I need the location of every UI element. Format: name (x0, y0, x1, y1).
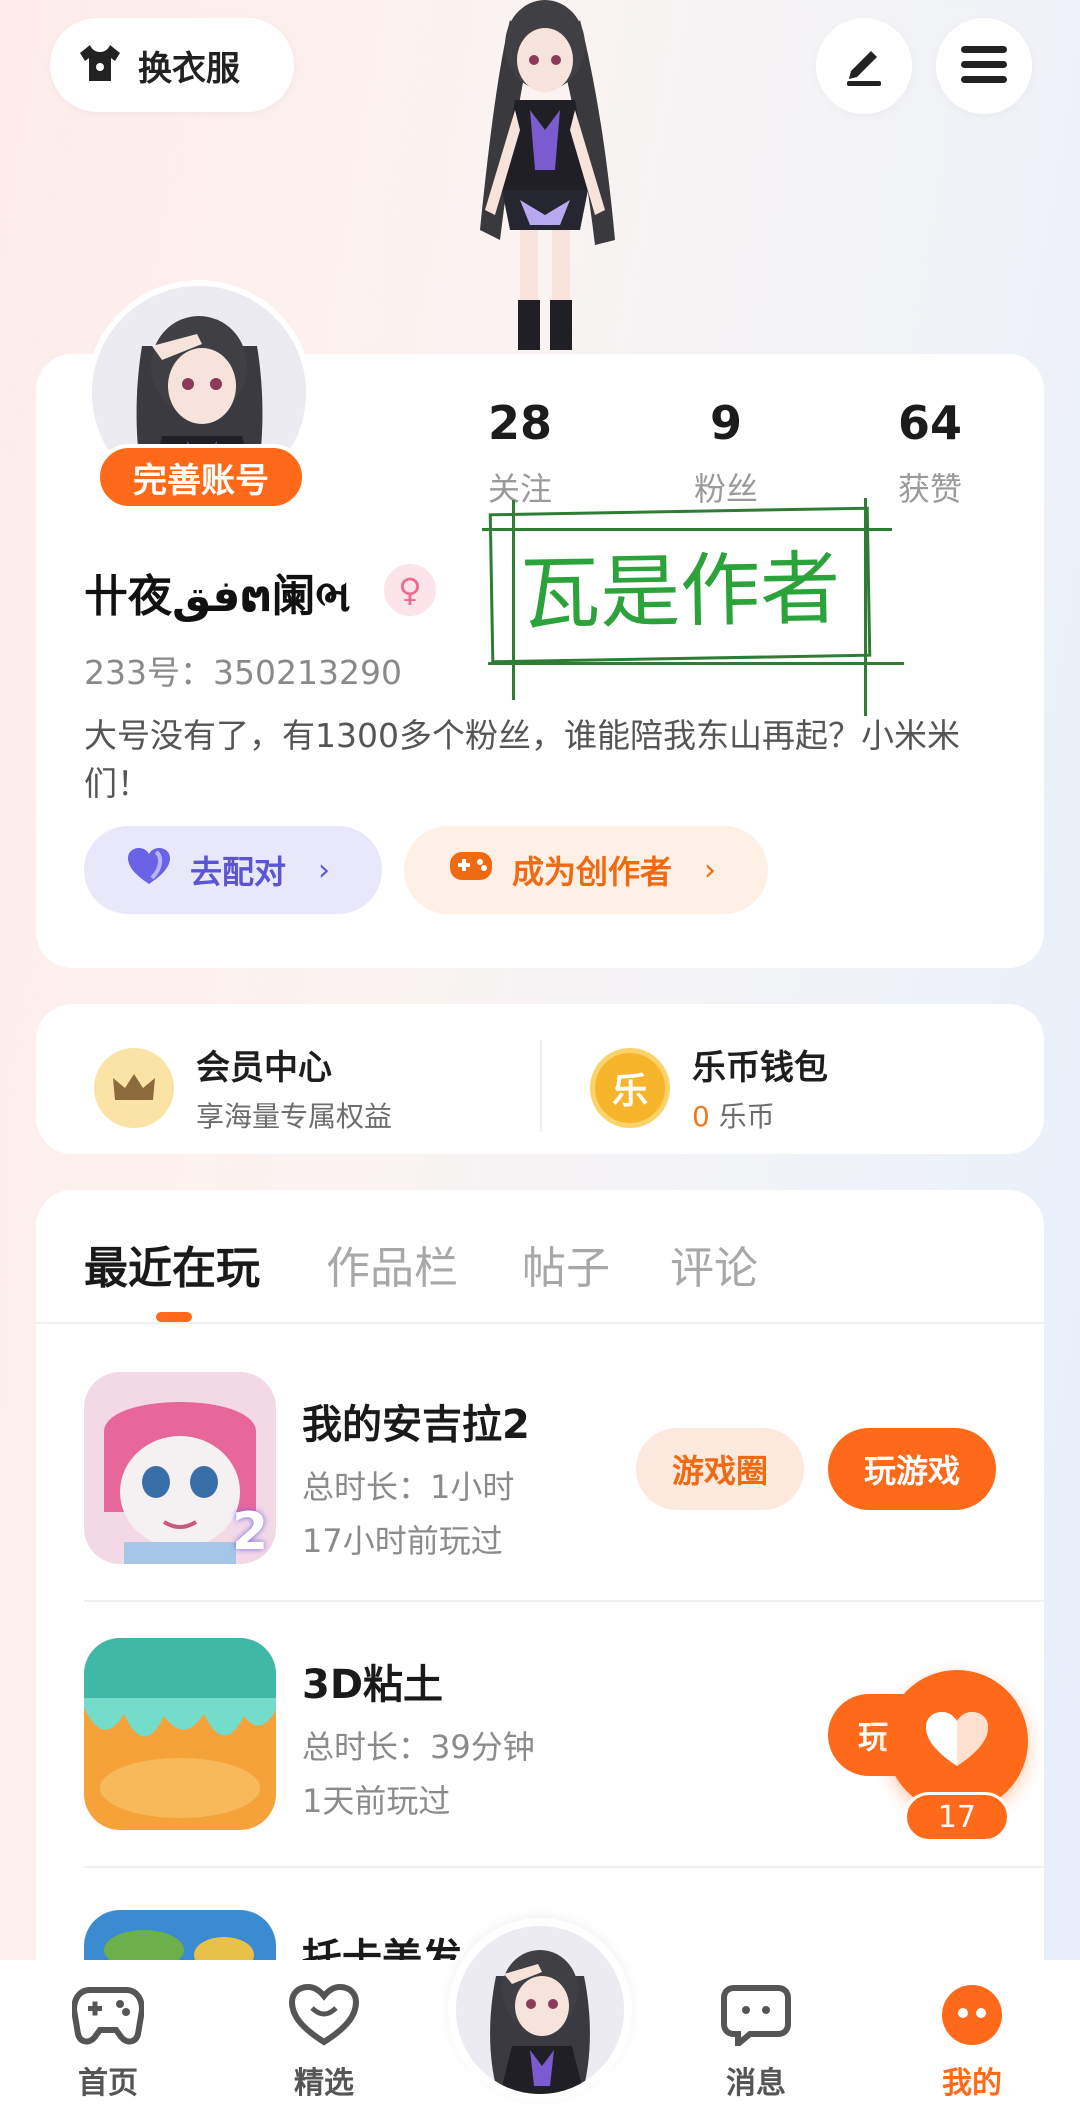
user-id: 233号：350213290 (84, 653, 402, 692)
nav-mine[interactable]: 我的 (912, 1984, 1032, 2102)
coin-unit: 乐币 (709, 1100, 775, 1133)
menu-button[interactable] (936, 18, 1032, 114)
like-count-badge: 17 (904, 1792, 1010, 1842)
game-last-played: 1天前玩过 (302, 1782, 451, 1820)
likes-label: 获赞 (897, 470, 962, 508)
coin-wallet-title: 乐币钱包 (692, 1048, 828, 1088)
crown-icon (94, 1047, 174, 1128)
tab-works[interactable]: 作品栏 (326, 1232, 458, 1296)
coin-balance: 0 乐币 (692, 1095, 828, 1135)
tab-posts[interactable]: 帖子 (522, 1232, 610, 1296)
message-icon (721, 1985, 791, 2051)
avatar-3d-figure[interactable] (420, 0, 670, 360)
nav-home-label: 首页 (78, 2066, 138, 2101)
nav-avatar-button[interactable] (448, 1918, 632, 2102)
heart-outline-icon (288, 1983, 360, 2046)
fans-stat[interactable]: 9 粉丝 (646, 396, 806, 510)
female-icon: ♀ (384, 564, 436, 616)
fans-count: 9 (709, 396, 742, 450)
chevron-right-icon: › (318, 852, 331, 888)
heart-icon (924, 1710, 990, 1772)
edit-profile-button[interactable] (816, 18, 912, 114)
change-outfit-label: 换衣服 (138, 48, 240, 89)
bio: 大号没有了，有1300多个粉丝，谁能陪我东山再起？小米米们！ (84, 716, 960, 803)
match-label: 去配对 (190, 853, 287, 891)
game-duration: 总时长：1小时 (302, 1468, 515, 1506)
floating-like-button[interactable] (886, 1670, 1028, 1812)
play-game-button[interactable]: 玩游戏 (828, 1428, 996, 1510)
edit-icon (841, 41, 887, 91)
divider (84, 1866, 1044, 1868)
game-icon (84, 1638, 276, 1830)
list-item[interactable]: 2 我的安吉拉2 总时长：1小时 17小时前玩过 游戏圈 玩游戏 (84, 1372, 1044, 1602)
nav-featured-label: 精选 (294, 2066, 354, 2101)
game-title: 3D粘土 (302, 1662, 444, 1708)
shirt-icon (78, 43, 122, 87)
likes-stat[interactable]: 64 获赞 (850, 396, 1010, 510)
game-title: 我的安吉拉2 (302, 1402, 530, 1448)
heart-icon (126, 846, 172, 894)
game-badge: 2 (232, 1502, 269, 1562)
match-button[interactable]: 去配对 › (84, 826, 382, 914)
divider (84, 1600, 1044, 1602)
following-label: 关注 (487, 470, 552, 508)
complete-account-button[interactable]: 完善账号 (96, 444, 306, 510)
following-stat[interactable]: 28 关注 (440, 396, 600, 510)
game-last-played: 17小时前玩过 (302, 1522, 503, 1560)
vip-center-entry[interactable]: 会员中心 享海量专属权益 (94, 1040, 392, 1135)
nav-messages[interactable]: 消息 (696, 1984, 816, 2102)
vip-title: 会员中心 (196, 1048, 332, 1088)
coin-wallet-entry[interactable]: 乐 乐币钱包 0 乐币 (590, 1040, 828, 1135)
gamepad-icon (70, 1987, 146, 2045)
profile-face-icon (942, 1985, 1002, 2045)
username: 卄夜ڧقຕ阑ભ (84, 571, 351, 622)
tab-comments[interactable]: 评论 (670, 1232, 758, 1296)
divider (540, 1040, 542, 1132)
following-count: 28 (487, 396, 552, 450)
tab-indicator (156, 1312, 192, 1322)
fans-label: 粉丝 (693, 470, 758, 508)
creator-label: 成为创作者 (512, 853, 673, 891)
likes-count: 64 (897, 396, 962, 450)
vip-subtitle: 享海量专属权益 (196, 1100, 393, 1133)
tab-divider (36, 1322, 1044, 1324)
nav-messages-label: 消息 (726, 2066, 786, 2101)
gamepad-icon (448, 848, 494, 892)
nav-mine-label: 我的 (942, 2066, 1002, 2101)
menu-icon (961, 44, 1007, 88)
nav-home[interactable]: 首页 (48, 1984, 168, 2102)
nav-featured[interactable]: 精选 (264, 1983, 384, 2102)
coin-icon: 乐 (590, 1047, 670, 1128)
game-circle-button[interactable]: 游戏圈 (636, 1428, 804, 1510)
chevron-right-icon: › (704, 852, 717, 888)
coin-amount: 0 (692, 1100, 710, 1133)
game-duration: 总时长：39分钟 (302, 1728, 535, 1766)
change-outfit-button[interactable]: 换衣服 (50, 18, 294, 112)
become-creator-button[interactable]: 成为创作者 › (404, 826, 768, 914)
tab-recent-played[interactable]: 最近在玩 (84, 1232, 260, 1296)
stamp-line (488, 662, 904, 665)
stamp-text: 瓦是作者 (488, 506, 872, 664)
